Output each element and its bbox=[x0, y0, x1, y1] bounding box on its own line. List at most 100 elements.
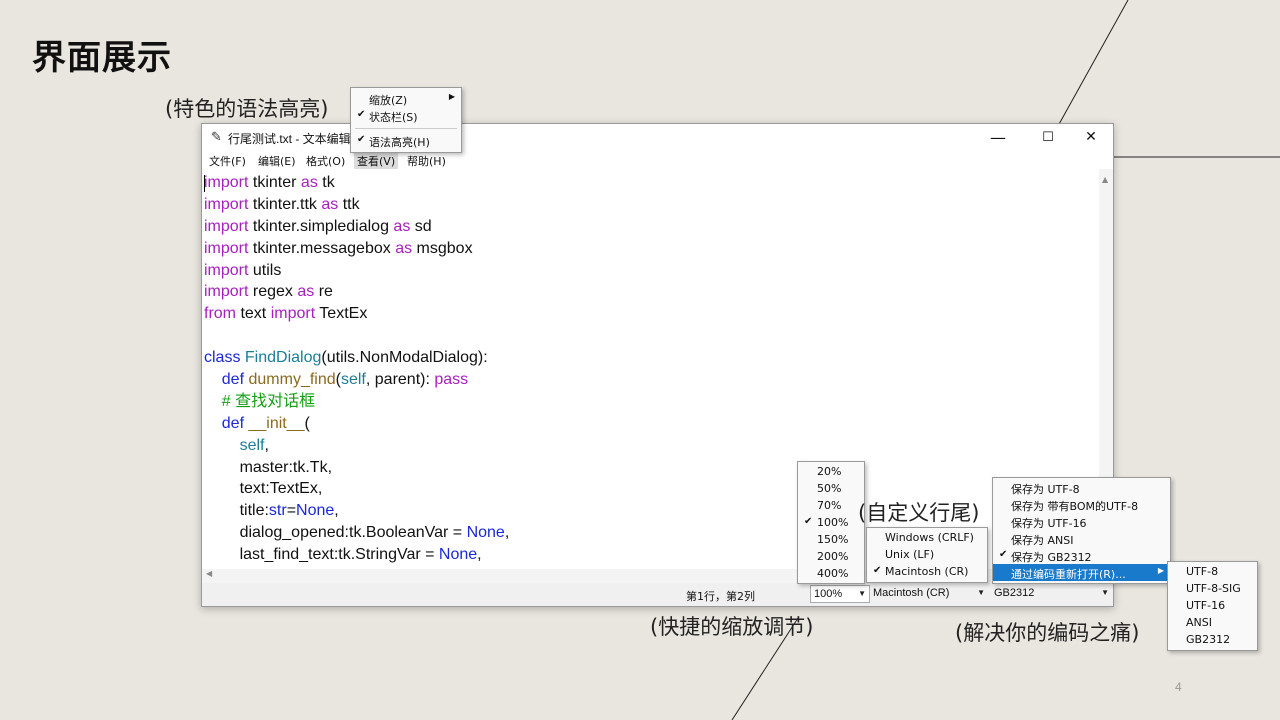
zoom-option[interactable]: 400% bbox=[798, 565, 864, 582]
page-number: 4 bbox=[1175, 680, 1182, 694]
code-token: tkinter.ttk bbox=[248, 195, 322, 213]
code-line[interactable]: class FindDialog(utils.NonModalDialog): bbox=[204, 347, 509, 369]
check-icon: ✔ bbox=[873, 565, 882, 576]
scroll-left-icon[interactable]: ◀ bbox=[206, 569, 212, 578]
zoom-dropdown-list: 20% 50% 70% ✔ 100% 150% 200% 400% bbox=[797, 461, 865, 584]
code-token: ttk bbox=[338, 195, 360, 213]
zoom-option[interactable]: ✔ 100% bbox=[798, 514, 864, 531]
title-bar[interactable]: ✎ 行尾测试.txt - 文本编辑器 — ☐ ✕ bbox=[202, 124, 1113, 151]
reopen-option-label: UTF-8-SIG bbox=[1186, 582, 1241, 595]
zoom-combobox[interactable]: 100% ▼ bbox=[810, 585, 870, 603]
encoding-option[interactable]: 保存为 UTF-16 bbox=[993, 513, 1170, 530]
code-line[interactable] bbox=[204, 325, 509, 347]
code-token: = bbox=[286, 502, 297, 520]
menu-item-syntax-highlight[interactable]: ✔ 语法高亮(H) bbox=[351, 132, 461, 149]
encoding-combobox[interactable]: GB2312 ▼ bbox=[991, 585, 1113, 603]
encoding-option[interactable]: ✔ 保存为 GB2312 bbox=[993, 547, 1170, 564]
line-ending-option[interactable]: Unix (LF) bbox=[867, 546, 987, 563]
code-token: re bbox=[314, 283, 333, 301]
menu-file[interactable]: 文件(F) bbox=[206, 153, 249, 169]
encoding-option-reopen[interactable]: 通过编码重新打开(R)... ▶ bbox=[993, 564, 1170, 581]
cursor-position: 第1行，第2列 bbox=[686, 590, 755, 603]
code-line[interactable]: self, bbox=[204, 435, 509, 457]
reopen-option[interactable]: UTF-8 bbox=[1168, 563, 1257, 580]
reopen-option[interactable]: UTF-16 bbox=[1168, 597, 1257, 614]
code-token: ( bbox=[304, 414, 310, 432]
code-content[interactable]: import tkinter as tk import tkinter.ttk a… bbox=[204, 172, 509, 569]
code-token: dialog_opened:tk.BooleanVar = bbox=[204, 524, 467, 542]
chevron-down-icon: ▼ bbox=[977, 588, 985, 597]
menu-bar: 文件(F) 编辑(E) 格式(O) 查看(V) 帮助(H) bbox=[202, 151, 1113, 169]
menu-item-statusbar[interactable]: ✔ 状态栏(S) bbox=[351, 107, 461, 124]
code-token: sd bbox=[410, 217, 432, 235]
code-line[interactable]: def __init__( bbox=[204, 413, 509, 435]
encoding-option[interactable]: 保存为 UTF-8 bbox=[993, 479, 1170, 496]
code-line[interactable]: import tkinter.messagebox as msgbox bbox=[204, 238, 509, 260]
maximize-button[interactable]: ☐ bbox=[1025, 124, 1071, 151]
code-line[interactable]: text:TextEx, bbox=[204, 478, 509, 500]
menu-item-label: 缩放(Z) bbox=[369, 94, 408, 107]
caption-zoom: (快捷的缩放调节) bbox=[650, 615, 814, 639]
code-token: class bbox=[204, 349, 241, 367]
menu-view[interactable]: 查看(V) bbox=[354, 153, 399, 169]
zoom-option[interactable]: 70% bbox=[798, 497, 864, 514]
line-ending-option-label: Unix (LF) bbox=[885, 548, 935, 561]
zoom-option[interactable]: 50% bbox=[798, 480, 864, 497]
reopen-option[interactable]: GB2312 bbox=[1168, 631, 1257, 648]
code-token: import bbox=[204, 283, 249, 301]
code-line[interactable]: dialog_opened:tk.BooleanVar = None, bbox=[204, 522, 510, 544]
minimize-button[interactable]: — bbox=[975, 124, 1021, 151]
line-ending-combobox[interactable]: Macintosh (CR) ▼ bbox=[870, 585, 988, 603]
encoding-option-label: 保存为 UTF-16 bbox=[1011, 517, 1087, 530]
zoom-option[interactable]: 200% bbox=[798, 548, 864, 565]
code-token: tkinter.messagebox bbox=[248, 239, 396, 257]
code-line[interactable]: title:str=None, bbox=[204, 500, 509, 522]
code-token: def bbox=[221, 414, 245, 432]
code-line[interactable]: def dummy_find(self, parent): pass bbox=[204, 369, 509, 391]
code-token: as bbox=[297, 283, 315, 301]
encoding-option[interactable]: 保存为 ANSI bbox=[993, 530, 1170, 547]
caption-encoding: (解决你的编码之痛) bbox=[955, 621, 1140, 645]
line-ending-option[interactable]: ✔ Macintosh (CR) bbox=[867, 563, 987, 580]
chevron-right-icon: ▶ bbox=[448, 92, 455, 101]
encoding-option-label: 保存为 UTF-8 bbox=[1011, 483, 1080, 496]
code-token: str bbox=[268, 502, 287, 520]
code-line[interactable]: # 查找对话框 bbox=[204, 391, 509, 413]
menu-help[interactable]: 帮助(H) bbox=[404, 153, 449, 169]
encoding-option-label: 保存为 带有BOM的UTF-8 bbox=[1011, 500, 1139, 513]
zoom-value: 100% bbox=[814, 588, 843, 600]
check-icon: ✔ bbox=[999, 549, 1008, 560]
menu-edit[interactable]: 编辑(E) bbox=[255, 153, 299, 169]
zoom-option[interactable]: 20% bbox=[798, 463, 864, 480]
menu-format[interactable]: 格式(O) bbox=[303, 153, 348, 169]
code-line[interactable]: from text import TextEx bbox=[204, 303, 509, 325]
close-button[interactable]: ✕ bbox=[1068, 124, 1114, 151]
reopen-option[interactable]: ANSI bbox=[1168, 614, 1257, 631]
menu-item-zoom[interactable]: 缩放(Z) ▶ bbox=[351, 90, 461, 107]
code-token: import bbox=[270, 305, 316, 323]
scroll-up-icon[interactable]: ▲ bbox=[1102, 175, 1108, 184]
code-token: utils bbox=[248, 261, 282, 279]
code-line[interactable]: master:tk.Tk, bbox=[204, 457, 509, 479]
code-line[interactable]: last_find_text:tk.StringVar = None, bbox=[204, 544, 509, 566]
chevron-down-icon: ▼ bbox=[858, 589, 866, 598]
line-ending-option[interactable]: Windows (CRLF) bbox=[867, 529, 987, 546]
reopen-option[interactable]: UTF-8-SIG bbox=[1168, 580, 1257, 597]
code-token: , parent): bbox=[365, 371, 435, 389]
code-line[interactable]: import regex as re bbox=[204, 281, 509, 303]
zoom-option[interactable]: 150% bbox=[798, 531, 864, 548]
code-token: self bbox=[239, 436, 265, 454]
code-line[interactable]: import tkinter as tk bbox=[204, 172, 509, 194]
code-line[interactable]: import tkinter.simpledialog as sd bbox=[204, 216, 509, 238]
line-ending-option-label: Macintosh (CR) bbox=[885, 565, 969, 578]
line-ending-value: Macintosh (CR) bbox=[873, 587, 950, 599]
code-token: as bbox=[393, 217, 411, 235]
encoding-option[interactable]: 保存为 带有BOM的UTF-8 bbox=[993, 496, 1170, 513]
code-line[interactable]: import utils bbox=[204, 260, 509, 282]
code-line[interactable]: import tkinter.ttk as ttk bbox=[204, 194, 509, 216]
code-token: title: bbox=[204, 502, 269, 520]
